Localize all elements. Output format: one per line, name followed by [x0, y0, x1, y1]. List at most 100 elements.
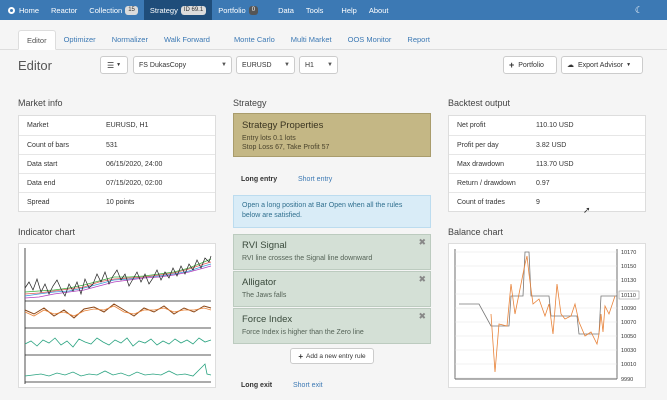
tab-optimizer[interactable]: Optimizer	[56, 29, 104, 49]
table-row: Data end 07/15/2020, 02:00	[19, 173, 215, 192]
balance-chart: 10170 10150 10130 10110 10090 10070 1005…	[448, 243, 646, 388]
nav-strategy[interactable]: Strategy ID 69.1	[143, 0, 213, 20]
tab-long-exit[interactable]: Long exit	[241, 382, 272, 389]
tab-monte-carlo[interactable]: Monte Carlo	[226, 29, 283, 49]
table-row: Count of trades 9	[449, 192, 645, 211]
market-info-table: Market EURUSD, H1 Count of bars 531 Data s…	[18, 115, 216, 212]
indicator-chart-heading: Indicator chart	[18, 227, 76, 237]
tick-label: 9990	[621, 377, 633, 383]
rule-description: The Jaws falls	[242, 292, 287, 299]
balance-chart-heading: Balance chart	[448, 227, 504, 237]
close-icon[interactable]: ✖	[418, 237, 426, 248]
cell-value: 10 points	[106, 198, 135, 206]
rule-description: RVI line crosses the Signal line downwar…	[242, 255, 373, 262]
export-advisor-button[interactable]: ☁ Export Advisor ▼	[561, 56, 643, 74]
menu-button[interactable]: ☰ ▼	[100, 56, 128, 74]
tab-report[interactable]: Report	[399, 29, 438, 49]
nav-reactor[interactable]: Reactor	[45, 0, 83, 20]
nav-home[interactable]: Home	[0, 0, 45, 20]
market-info-heading: Market info	[18, 98, 63, 108]
nav-about-label: About	[368, 5, 389, 15]
nav-data-label: Data	[278, 5, 294, 15]
tab-walk-forward[interactable]: Walk Forward	[156, 29, 218, 49]
home-icon	[8, 6, 15, 14]
nav-collection[interactable]: Collection 15	[83, 0, 144, 20]
nav-portfolio[interactable]: Portfolio 0	[212, 0, 264, 20]
table-row: Market EURUSD, H1	[19, 116, 215, 135]
cell-value: 06/15/2020, 24:00	[106, 160, 163, 168]
tick-label: 10150	[621, 264, 636, 270]
tab-multi-market[interactable]: Multi Market	[283, 29, 340, 49]
portfolio-button[interactable]: + Portfolio	[503, 56, 557, 74]
indicator-chart	[18, 243, 216, 388]
cell-value: 07/15/2020, 02:00	[106, 179, 163, 187]
cell-label: Net profit	[457, 122, 486, 129]
tab-long-entry[interactable]: Long entry	[241, 176, 277, 183]
cell-label: Data end	[27, 179, 56, 187]
cell-value: 531	[106, 141, 118, 149]
tab-short-exit[interactable]: Short exit	[293, 382, 323, 389]
nav-collection-label: Collection	[89, 5, 123, 15]
cell-value: 3.82 USD	[536, 141, 567, 149]
cell-value: 110.10 USD	[536, 122, 574, 129]
close-icon[interactable]: ✖	[418, 274, 426, 285]
export-button-label: Export Advisor	[578, 61, 624, 69]
hamburger-icon: ☰	[106, 60, 115, 70]
close-icon[interactable]: ✖	[418, 311, 426, 322]
tick-label: 10110	[621, 293, 636, 299]
cell-label: Data start	[27, 160, 58, 168]
nav-portfolio-label: Portfolio	[218, 5, 246, 15]
cell-label: Spread	[27, 198, 50, 206]
cell-label: Return / drawdown	[457, 179, 516, 187]
table-row: Net profit 110.10 USD	[449, 116, 645, 135]
tick-label: 10030	[621, 348, 636, 354]
cell-value: 0.97	[536, 179, 550, 187]
cell-value: 113.70 USD	[536, 160, 574, 168]
symbol-select[interactable]: EURUSD ▼	[236, 56, 295, 74]
entry-info-alert: Open a long position at Bar Open when al…	[233, 195, 431, 228]
rule-force-index[interactable]: Force Index Force Index is higher than t…	[233, 308, 431, 344]
nav-reactor-label: Reactor	[51, 5, 78, 15]
theme-toggle-icon[interactable]: ☾	[629, 0, 649, 20]
strategy-id-badge: ID 69.1	[180, 5, 207, 15]
table-row: Spread 10 points	[19, 192, 215, 211]
mouse-cursor-icon: ➚	[583, 205, 591, 215]
tab-short-entry[interactable]: Short entry	[298, 176, 332, 183]
symbol-value: EURUSD	[242, 61, 272, 69]
add-entry-rule-button[interactable]: + Add a new entry rule	[290, 348, 374, 364]
cell-label: Market	[27, 122, 49, 129]
tab-editor[interactable]: Editor	[18, 30, 56, 50]
table-row: Count of bars 531	[19, 135, 215, 154]
cell-label: Count of bars	[27, 141, 70, 149]
nav-tools[interactable]: Tools	[300, 0, 330, 20]
tick-label: 10050	[621, 334, 636, 340]
rule-title: Alligator	[242, 277, 277, 288]
tab-oos-monitor[interactable]: OOS Monitor	[340, 29, 400, 49]
entry-tabs: Long entry Short entry	[233, 172, 431, 188]
rule-rvi-signal[interactable]: RVI Signal RVI line crosses the Signal l…	[233, 234, 431, 270]
cell-label: Max drawdown	[457, 160, 505, 168]
nav-data[interactable]: Data	[272, 0, 300, 20]
balance-chart-svg: 10170 10150 10130 10110 10090 10070 1005…	[454, 249, 640, 383]
tick-label: 10170	[621, 250, 636, 256]
datasource-select[interactable]: FS DukasCopy ▼	[133, 56, 232, 74]
strategy-properties-panel[interactable]: Strategy Properties Entry lots 0.1 lots …	[233, 113, 431, 157]
period-select[interactable]: H1 ▼	[299, 56, 338, 74]
portfolio-badge: 0	[248, 5, 259, 15]
tab-normalizer[interactable]: Normalizer	[104, 29, 156, 49]
cell-label: Profit per day	[457, 141, 499, 149]
nav-help[interactable]: Help	[335, 0, 362, 20]
table-row: Data start 06/15/2020, 24:00	[19, 154, 215, 173]
nav-about[interactable]: About	[363, 0, 395, 20]
plus-icon: +	[509, 60, 515, 70]
tick-label: 10070	[621, 320, 636, 326]
nav-home-label: Home	[19, 5, 40, 15]
nav-tools-label: Tools	[305, 5, 324, 15]
cell-value: EURUSD, H1	[106, 122, 149, 129]
chevron-down-icon: ▼	[327, 62, 333, 68]
add-entry-rule-label: Add a new entry rule	[306, 352, 366, 360]
chevron-down-icon: ▼	[284, 62, 290, 68]
datasource-value: FS DukasCopy	[139, 61, 187, 69]
rule-alligator[interactable]: Alligator The Jaws falls ✖	[233, 271, 431, 307]
backtest-table: Net profit 110.10 USD Profit per day 3.82 …	[448, 115, 646, 212]
